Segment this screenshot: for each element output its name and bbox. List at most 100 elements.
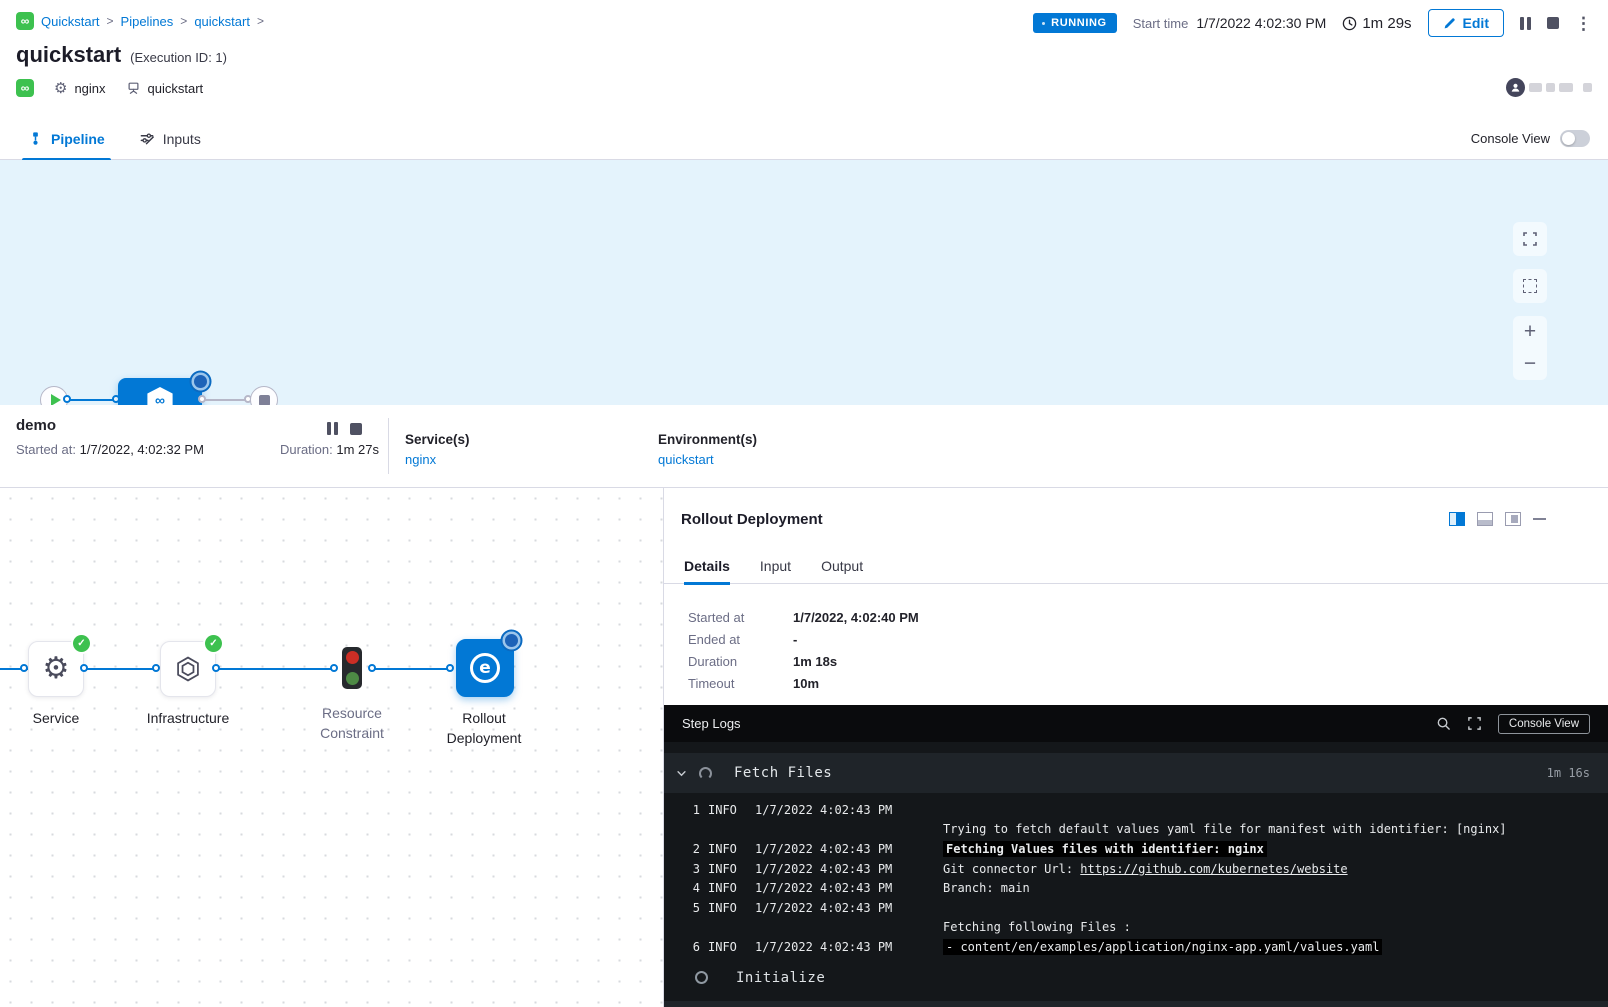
- expand-icon[interactable]: [1467, 716, 1482, 731]
- start-time-value: 1/7/2022 4:02:30 PM: [1196, 15, 1326, 31]
- tab-inputs[interactable]: Inputs: [133, 118, 207, 160]
- search-icon[interactable]: [1436, 716, 1451, 731]
- started-value: 1/7/2022, 4:02:32 PM: [80, 442, 204, 457]
- clock-icon: [1342, 16, 1357, 31]
- tab-details[interactable]: Details: [684, 548, 730, 584]
- pencil-icon: [1443, 17, 1456, 30]
- edge-infra-constraint: [218, 668, 336, 670]
- breadcrumb-project[interactable]: Quickstart: [41, 14, 100, 29]
- gear-icon: ⚙: [54, 81, 67, 96]
- edge-endpoint: [330, 664, 338, 672]
- log-row: Trying to fetch default values yaml file…: [664, 820, 1608, 840]
- redacted-text: [1559, 83, 1573, 92]
- split-view-icon[interactable]: [1449, 512, 1465, 526]
- stage-running-spinner-icon: [194, 375, 207, 388]
- detail-value: -: [793, 632, 919, 647]
- edge-endpoint: [20, 664, 28, 672]
- zoom-controls: + −: [1513, 316, 1547, 380]
- fullscreen-button[interactable]: [1513, 222, 1547, 256]
- log-message: Git connector Url:: [943, 862, 1080, 876]
- log-message: - content/en/examples/application/nginx-…: [943, 939, 1382, 955]
- tab-pipeline[interactable]: Pipeline: [22, 118, 111, 160]
- log-time: 1/7/2022 4:02:43 PM: [755, 940, 943, 954]
- log-row: 4 INFO 1/7/2022 4:02:43 PM Branch: main: [664, 878, 1608, 898]
- status-badge-label: RUNNING: [1051, 17, 1107, 29]
- chevron-down-icon: [676, 768, 687, 779]
- breadcrumb-pipelines[interactable]: Pipelines: [121, 14, 174, 29]
- detail-value: 1/7/2022, 4:02:40 PM: [793, 610, 919, 625]
- execution-actions: RUNNING Start time 1/7/2022 4:02:30 PM 1…: [1033, 9, 1592, 37]
- stage-pause-button[interactable]: [327, 422, 338, 435]
- stage-stop-button[interactable]: [350, 423, 362, 435]
- avatar-icon[interactable]: [1506, 78, 1525, 97]
- user-info: [1506, 78, 1592, 97]
- toggle-knob: [1562, 132, 1575, 145]
- detail-label: Duration: [688, 654, 793, 669]
- execution-detail-area: ⚙ ✓ ✓ e: [0, 488, 1608, 1007]
- edge-constraint-rollout: [374, 668, 452, 670]
- dock-bottom-icon[interactable]: [1477, 512, 1493, 526]
- panel-layout-controls: [1449, 512, 1546, 526]
- red-light-icon: [346, 651, 359, 664]
- minimize-icon[interactable]: [1533, 518, 1546, 520]
- step-node-infrastructure[interactable]: ✓: [160, 641, 216, 697]
- stop-button[interactable]: [1547, 17, 1559, 29]
- step-logs-title: Step Logs: [682, 716, 741, 731]
- log-message: Trying to fetch default values yaml file…: [943, 822, 1507, 836]
- step-node-resource-constraint[interactable]: [342, 647, 362, 689]
- elapsed-time: 1m 29s: [1342, 15, 1411, 32]
- edge-endpoint: [212, 664, 220, 672]
- detail-value: 1m 18s: [793, 654, 919, 669]
- log-level: INFO: [708, 901, 740, 915]
- title-row: quickstart (Execution ID: 1): [16, 42, 227, 68]
- next-section-edge: [664, 1001, 1608, 1007]
- service-tag[interactable]: ⚙ nginx: [54, 81, 106, 96]
- log-row: 2 INFO 1/7/2022 4:02:43 PM Fetching Valu…: [664, 839, 1608, 859]
- marquee-select-button[interactable]: [1513, 269, 1547, 303]
- more-options-button[interactable]: ⋮: [1575, 17, 1592, 30]
- environment-link[interactable]: quickstart: [658, 452, 757, 467]
- step-node-rollout-deployment[interactable]: e: [456, 639, 514, 697]
- pipeline-icon: [28, 131, 43, 146]
- log-message: Fetching Values files with identifier: n…: [943, 841, 1267, 857]
- log-time: 1/7/2022 4:02:43 PM: [755, 862, 943, 876]
- start-time: Start time 1/7/2022 4:02:30 PM: [1133, 15, 1327, 31]
- service-link[interactable]: nginx: [405, 452, 470, 467]
- edge-endpoint: [198, 395, 206, 403]
- pause-button[interactable]: [1520, 17, 1531, 30]
- dock-right-icon[interactable]: [1505, 512, 1521, 526]
- started-label: Started at:: [16, 442, 76, 457]
- page-title: quickstart: [16, 42, 121, 68]
- log-row: 1 INFO 1/7/2022 4:02:43 PM: [664, 800, 1608, 820]
- log-section-initialize[interactable]: Initialize: [664, 970, 1608, 986]
- edge-endpoint: [368, 664, 376, 672]
- environment-tag[interactable]: quickstart: [126, 81, 204, 96]
- stage-started-at: Started at: 1/7/2022, 4:02:32 PM: [16, 442, 204, 457]
- tab-output[interactable]: Output: [821, 548, 863, 584]
- stage-duration: Duration: 1m 27s: [280, 442, 379, 457]
- breadcrumb-pipeline-name[interactable]: quickstart: [194, 14, 250, 29]
- breadcrumb-separator: >: [107, 14, 114, 28]
- edit-button[interactable]: Edit: [1428, 9, 1504, 37]
- step-detail-panel: Rollout Deployment Details Input Output …: [664, 488, 1608, 1007]
- zoom-out-button[interactable]: −: [1513, 348, 1547, 380]
- environment-icon: [126, 81, 141, 95]
- cd-module-icon: ∞: [16, 79, 34, 97]
- log-link[interactable]: https://github.com/kubernetes/website: [1080, 862, 1347, 876]
- app-root: ∞ Quickstart > Pipelines > quickstart > …: [0, 0, 1608, 1007]
- line-number: 1: [686, 803, 700, 817]
- edge-demo-end: [202, 399, 250, 401]
- edge-service-infra: [86, 668, 158, 670]
- detail-label: Ended at: [688, 632, 793, 647]
- console-view-button[interactable]: Console View: [1498, 714, 1590, 734]
- log-time: 1/7/2022 4:02:43 PM: [755, 901, 943, 915]
- tab-pipeline-label: Pipeline: [51, 131, 105, 147]
- console-view-toggle[interactable]: [1560, 130, 1590, 147]
- tab-input[interactable]: Input: [760, 548, 791, 584]
- step-node-service[interactable]: ⚙ ✓: [28, 641, 84, 697]
- execution-id: (Execution ID: 1): [130, 50, 227, 65]
- log-section-fetch-files[interactable]: Fetch Files 1m 16s: [664, 753, 1608, 793]
- log-message: Fetching following Files :: [943, 920, 1131, 934]
- environment-tag-label: quickstart: [148, 81, 204, 96]
- zoom-in-button[interactable]: +: [1513, 316, 1547, 348]
